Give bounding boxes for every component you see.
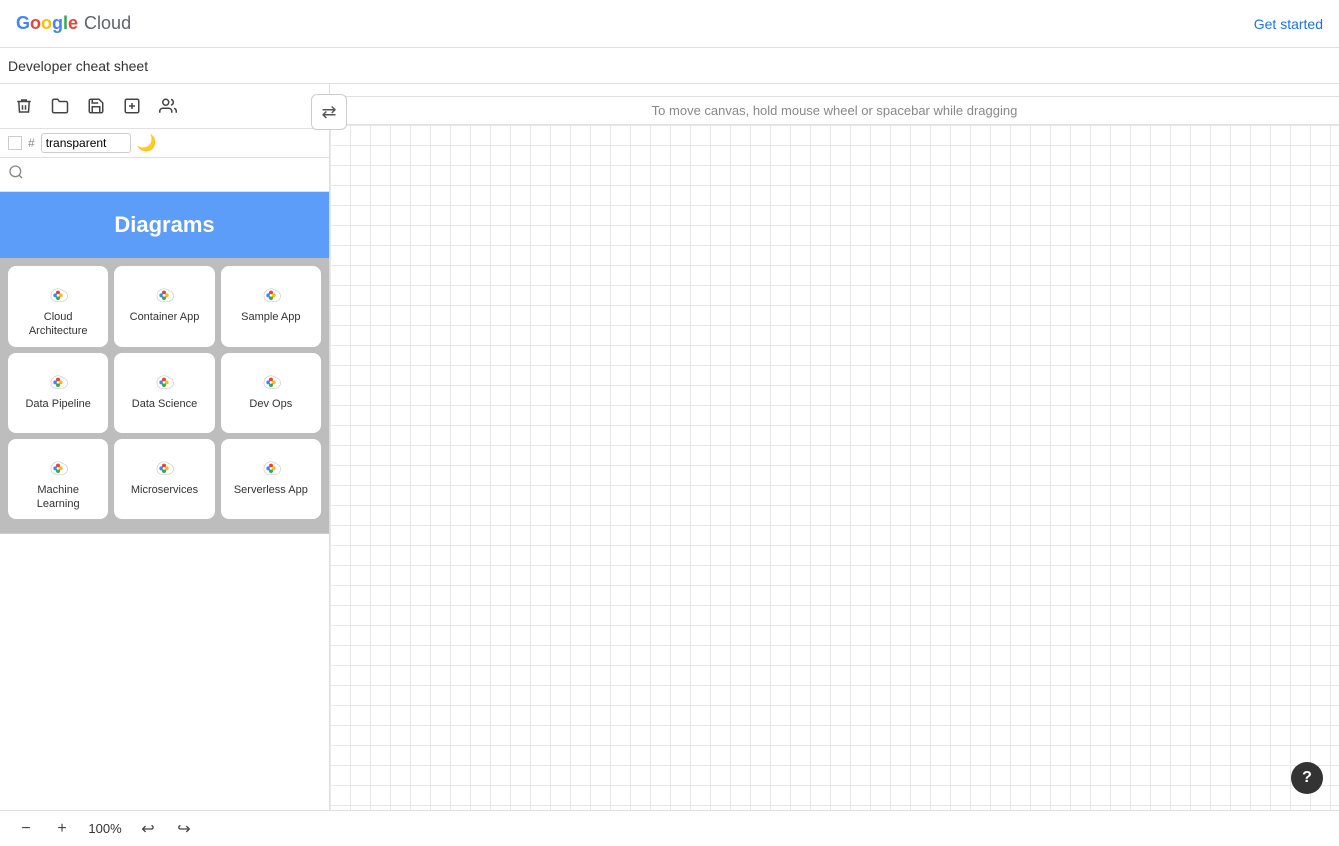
canvas-toolbar — [330, 84, 1339, 97]
logo-o2: o — [41, 13, 52, 33]
save-button[interactable] — [80, 90, 112, 122]
swap-panel-button[interactable]: ⇄ — [311, 94, 347, 130]
color-row: # 🌙 — [0, 129, 329, 158]
diagram-card-microservices[interactable]: Microservices — [114, 439, 214, 520]
logo-cloud-text: Cloud — [84, 13, 131, 34]
diagram-card-dev-ops[interactable]: Dev Ops — [221, 353, 321, 433]
people-button[interactable] — [152, 90, 184, 122]
diagram-card-label: Microservices — [131, 483, 198, 497]
diagrams-panel: Diagrams Cloud Architecture Container Ap… — [0, 192, 329, 810]
diagram-card-label: Dev Ops — [249, 397, 292, 411]
diagram-card-label: Machine Learning — [16, 483, 100, 512]
dark-mode-toggle[interactable]: 🌙 — [137, 133, 157, 153]
main-layout: # 🌙 Diagrams Cloud Architecture — [0, 84, 1339, 810]
diagrams-header: Diagrams — [0, 192, 329, 258]
panel-toolbar — [0, 84, 329, 129]
google-cloud-logo: Google Cloud — [16, 13, 131, 34]
diagram-card-label: Container App — [130, 310, 200, 324]
delete-button[interactable] — [8, 90, 40, 122]
search-row — [0, 158, 329, 192]
logo-o1: o — [30, 13, 41, 33]
get-started-link[interactable]: Get started — [1254, 16, 1323, 32]
redo-button[interactable]: ↪ — [170, 815, 198, 843]
search-icon — [8, 164, 24, 185]
search-input[interactable] — [28, 167, 321, 183]
diagram-card-label: Serverless App — [234, 483, 308, 497]
color-swatch[interactable] — [8, 136, 22, 150]
add-page-button[interactable] — [116, 90, 148, 122]
subtitle-bar: Developer cheat sheet — [0, 48, 1339, 84]
canvas-area: To move canvas, hold mouse wheel or spac… — [330, 84, 1339, 810]
canvas-hint: To move canvas, hold mouse wheel or spac… — [330, 97, 1339, 125]
canvas-grid[interactable] — [330, 125, 1339, 810]
diagram-card-serverless-app[interactable]: Serverless App — [221, 439, 321, 520]
diagram-card-label: Data Pipeline — [25, 397, 90, 411]
bottom-list — [0, 533, 329, 534]
diagram-card-sample-app[interactable]: Sample App — [221, 266, 321, 347]
open-folder-button[interactable] — [44, 90, 76, 122]
zoom-level: 100% — [84, 821, 126, 836]
bottom-bar: − + 100% ↩ ↪ — [0, 810, 1339, 846]
diagram-card-label: Sample App — [241, 310, 300, 324]
undo-button[interactable]: ↩ — [134, 815, 162, 843]
page-title: Developer cheat sheet — [8, 58, 148, 74]
color-input[interactable] — [41, 133, 131, 153]
diagram-card-label: Cloud Architecture — [16, 310, 100, 339]
diagram-grid: Cloud Architecture Container App Sample … — [8, 266, 321, 519]
help-button[interactable]: ? — [1291, 762, 1323, 794]
diagram-card-data-science[interactable]: Data Science — [114, 353, 214, 433]
diagram-card-label: Data Science — [132, 397, 197, 411]
left-panel: # 🌙 Diagrams Cloud Architecture — [0, 84, 330, 810]
diagram-card-cloud-architecture[interactable]: Cloud Architecture — [8, 266, 108, 347]
diagrams-scroll-area: Cloud Architecture Container App Sample … — [0, 258, 329, 533]
diagram-card-machine-learning[interactable]: Machine Learning — [8, 439, 108, 520]
zoom-minus-button[interactable]: − — [12, 815, 40, 843]
logo-e: e — [68, 13, 78, 33]
diagram-card-container-app[interactable]: Container App — [114, 266, 214, 347]
color-hash: # — [28, 136, 35, 150]
zoom-plus-button[interactable]: + — [48, 815, 76, 843]
diagram-card-data-pipeline[interactable]: Data Pipeline — [8, 353, 108, 433]
logo-g: G — [16, 13, 30, 33]
logo-g2: g — [52, 13, 63, 33]
topbar: Google Cloud Get started — [0, 0, 1339, 48]
